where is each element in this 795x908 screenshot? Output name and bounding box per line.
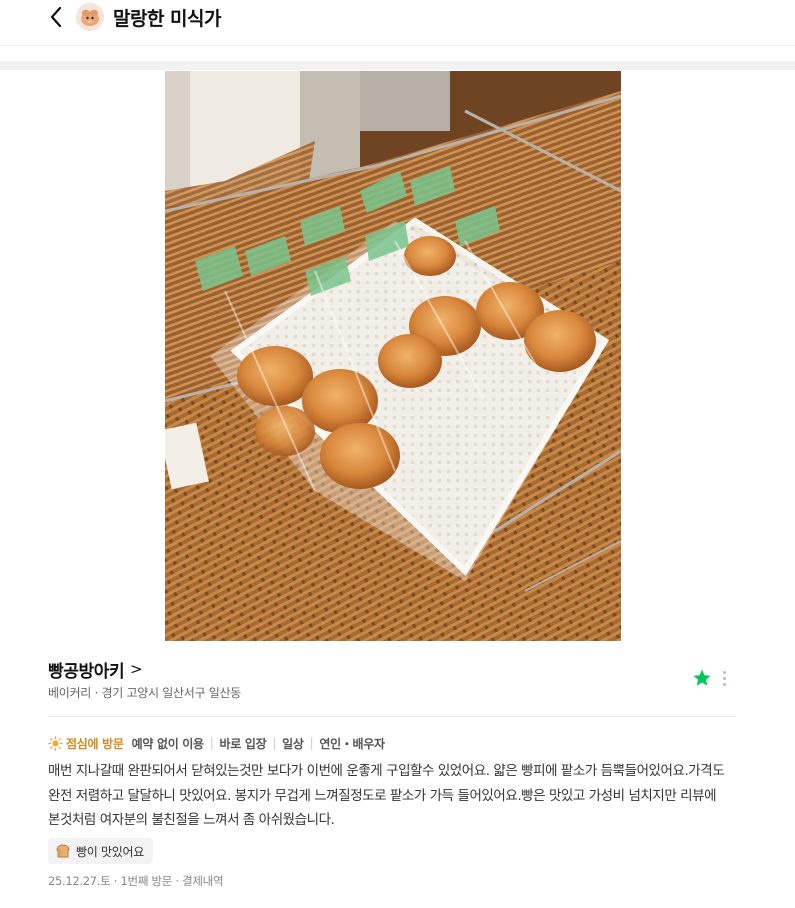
place-meta: 베이커리 · 경기 고양시 일산서구 일산동 xyxy=(48,684,241,701)
more-dot-icon xyxy=(722,677,726,680)
visit-tag: 연인・배우자 xyxy=(319,736,385,751)
place-arrow-icon[interactable]: > xyxy=(130,660,143,678)
tag-separator: | xyxy=(209,736,214,750)
header-bar: 말랑한 미식가 xyxy=(0,0,795,46)
keyword-label: 빵이 맛있어요 xyxy=(76,844,144,859)
favorite-button[interactable] xyxy=(692,668,712,688)
meta-separator: · xyxy=(90,686,102,700)
place-category: 베이커리 xyxy=(48,686,91,700)
keyword-chip[interactable]: 빵이 맛있어요 xyxy=(48,838,153,864)
visit-tag: 일상 xyxy=(282,736,304,751)
visit-count: 1번째 방문 xyxy=(120,874,173,888)
star-icon xyxy=(693,669,711,686)
tag-separator: | xyxy=(309,736,314,750)
bread-icon xyxy=(56,844,70,858)
divider xyxy=(48,716,736,717)
visit-info: 점심에 방문 예약 없이 이용 | 바로 입장 | 일상 | 연인・배우자 xyxy=(48,734,385,752)
review-photo[interactable] xyxy=(165,71,621,641)
avatar[interactable] xyxy=(76,3,104,31)
visit-tag: 바로 입장 xyxy=(219,736,267,751)
tag-separator: | xyxy=(272,736,277,750)
place-name[interactable]: 빵공방아키 xyxy=(48,657,125,682)
visit-time: 점심에 방문 xyxy=(66,736,124,751)
visit-tag: 예약 없이 이용 xyxy=(131,736,205,751)
visit-date: 25.12.27.토 xyxy=(48,874,111,888)
sun-icon xyxy=(48,735,63,751)
receipt-label[interactable]: 결제내역 xyxy=(182,874,223,888)
profile-name[interactable]: 말랑한 미식가 xyxy=(113,4,222,31)
more-dot-icon xyxy=(722,683,726,686)
place-address: 경기 고양시 일산서구 일산동 xyxy=(101,686,242,700)
section-divider xyxy=(0,61,795,70)
avatar-icon xyxy=(76,3,104,31)
chevron-left-icon xyxy=(50,6,62,28)
visit-meta: 25.12.27.토 · 1번째 방문 · 결제내역 xyxy=(48,873,224,889)
more-dot-icon xyxy=(722,671,726,674)
back-button[interactable] xyxy=(44,3,70,31)
more-options-button[interactable] xyxy=(718,668,730,688)
meta-separator: · xyxy=(110,874,121,888)
review-text: 매번 지나갈때 완판되어서 닫혀있는것만 보다가 이번에 운좋게 구입할수 있었… xyxy=(48,763,725,828)
meta-separator: · xyxy=(172,874,183,888)
bread-photo xyxy=(165,71,621,641)
